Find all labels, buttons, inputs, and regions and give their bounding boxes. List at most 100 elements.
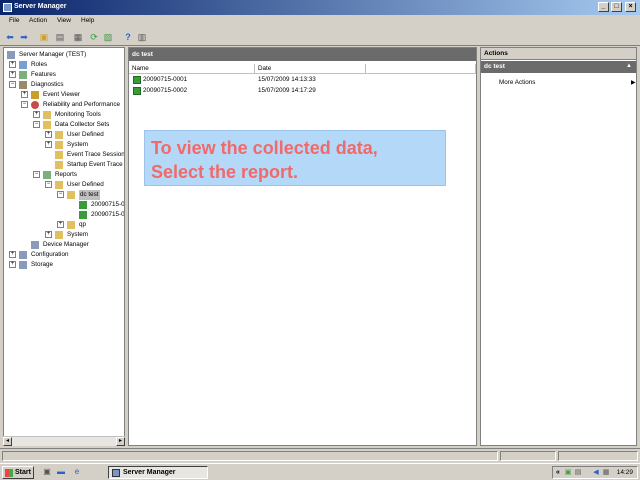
expand-icon[interactable]: + xyxy=(57,221,64,228)
tree-node-event-trace-sessions[interactable]: Event Trace Sessions xyxy=(41,150,124,160)
refresh-icon[interactable]: ⟳ xyxy=(88,31,100,43)
scroll-right-icon[interactable]: ▸ xyxy=(116,437,125,446)
properties-icon[interactable]: ▦ xyxy=(72,31,84,43)
table-row[interactable]: 20090715-0002 15/07/2009 14:17:29 xyxy=(131,86,371,96)
clock[interactable]: 14:29 xyxy=(617,469,633,476)
tree-node-storage[interactable]: + Storage xyxy=(5,260,124,270)
collapse-icon[interactable]: − xyxy=(9,81,16,88)
instruction-line-1: To view the collected data, xyxy=(151,138,378,158)
start-button[interactable]: Start xyxy=(2,466,34,479)
tree-node-reliability-performance[interactable]: − Reliability and Performance xyxy=(17,100,124,110)
up-folder-icon[interactable]: ▣ xyxy=(38,31,50,43)
server-manager-quicklaunch-icon[interactable]: ▣ xyxy=(42,467,52,477)
expand-icon[interactable]: + xyxy=(45,131,52,138)
tree-node-device-manager[interactable]: Device Manager xyxy=(17,240,124,250)
collapse-up-icon[interactable]: ▲ xyxy=(626,63,632,69)
tree-node-qp[interactable]: + qp xyxy=(53,220,124,230)
status-bar xyxy=(0,448,640,462)
collapse-icon[interactable]: − xyxy=(33,171,40,178)
server-manager-icon xyxy=(3,3,12,12)
actions-section-dc-test[interactable]: dc test ▲ xyxy=(481,61,636,73)
tree-node-data-collector-sets[interactable]: − Data Collector Sets xyxy=(29,120,124,130)
system-tray: « ▣ ▤ ◀ ▦ 14:29 xyxy=(552,466,638,479)
expand-icon[interactable]: + xyxy=(9,71,16,78)
collapse-icon[interactable]: − xyxy=(45,181,52,188)
network-icon[interactable]: ▣ xyxy=(564,469,572,477)
powershell-quicklaunch-icon[interactable]: ▬ xyxy=(56,467,66,477)
tree-node-dcs-system[interactable]: + System xyxy=(41,140,124,150)
storage-icon xyxy=(19,261,27,269)
tree-node-monitoring-tools[interactable]: + Monitoring Tools xyxy=(29,110,124,120)
menu-action[interactable]: Action xyxy=(29,17,47,24)
tree-node-report-0002[interactable]: 20090715-0 xyxy=(65,210,124,220)
taskbar-button-server-manager[interactable]: Server Manager xyxy=(108,466,208,479)
reports-icon xyxy=(43,171,51,179)
show-hidden-icons-icon[interactable]: « xyxy=(554,469,562,477)
performance-icon xyxy=(31,101,39,109)
tree-node-dc-test[interactable]: − dc test xyxy=(53,190,124,200)
help-icon[interactable]: ? xyxy=(122,31,134,43)
volume-icon[interactable]: ◀ xyxy=(592,469,600,477)
features-icon xyxy=(19,71,27,79)
more-actions-link[interactable]: More Actions xyxy=(499,79,535,86)
windows-logo-icon xyxy=(5,469,13,477)
tray-app-icon[interactable]: ▤ xyxy=(574,469,582,477)
expand-icon[interactable]: + xyxy=(21,91,28,98)
diagnostics-icon xyxy=(19,81,27,89)
column-header-date[interactable]: Date xyxy=(255,64,366,74)
console-tree: Server Manager (TEST) + Roles + Features… xyxy=(3,47,125,446)
expand-icon[interactable]: + xyxy=(9,251,16,258)
results-pane-title: dc test xyxy=(132,51,153,58)
minimize-button[interactable]: _ xyxy=(598,2,609,12)
actions-title: Actions xyxy=(484,50,508,57)
speaker-icon[interactable]: ▦ xyxy=(602,469,610,477)
tree-node-startup-event-trace[interactable]: Startup Event Trace xyxy=(41,160,124,170)
show-hide-action-pane-icon[interactable]: ▥ xyxy=(136,31,148,43)
tree-node-server-manager[interactable]: Server Manager (TEST) xyxy=(5,50,124,60)
collapse-icon[interactable]: − xyxy=(33,121,40,128)
show-hide-tree-icon[interactable]: ▤ xyxy=(54,31,66,43)
export-list-icon[interactable]: ▧ xyxy=(102,31,114,43)
actions-section-title: dc test xyxy=(484,63,505,70)
status-panel-2 xyxy=(500,451,556,461)
expand-icon[interactable]: + xyxy=(45,141,52,148)
menu-view[interactable]: View xyxy=(57,17,71,24)
results-pane: dc test Name Date 20090715-0001 15/07/20… xyxy=(128,47,477,446)
menu-help[interactable]: Help xyxy=(81,17,94,24)
instruction-callout: To view the collected data, Select the r… xyxy=(144,130,446,186)
collapse-icon[interactable]: − xyxy=(21,101,28,108)
server-icon xyxy=(7,51,15,59)
tree-node-reports[interactable]: − Reports xyxy=(29,170,124,180)
menu-file[interactable]: File xyxy=(9,17,19,24)
folder-icon xyxy=(55,131,63,139)
maximize-button[interactable]: □ xyxy=(611,2,622,12)
expand-icon[interactable]: + xyxy=(9,61,16,68)
tree-node-reports-system[interactable]: + System xyxy=(41,230,124,240)
table-row[interactable]: 20090715-0001 15/07/2009 14:13:33 xyxy=(131,75,371,85)
column-header-name[interactable]: Name xyxy=(129,64,255,74)
tree-node-diagnostics[interactable]: − Diagnostics xyxy=(5,80,124,90)
close-button[interactable]: × xyxy=(625,2,636,12)
tree-node-reports-user-defined[interactable]: − User Defined xyxy=(41,180,124,190)
menu-bar: File Action View Help xyxy=(0,15,640,28)
device-manager-icon xyxy=(31,241,39,249)
back-arrow-icon[interactable]: ⬅ xyxy=(4,31,16,43)
folder-icon xyxy=(67,221,75,229)
tree-node-features[interactable]: + Features xyxy=(5,70,124,80)
window-title: Server Manager xyxy=(14,3,67,10)
internet-explorer-icon[interactable]: e xyxy=(72,467,82,477)
tree-node-report-0001[interactable]: 20090715-0 xyxy=(65,200,124,210)
tree-node-configuration[interactable]: + Configuration xyxy=(5,250,124,260)
tree-horizontal-scrollbar[interactable]: ◂ ▸ xyxy=(3,436,125,446)
tree-node-dcs-user-defined[interactable]: + User Defined xyxy=(41,130,124,140)
report-icon xyxy=(79,211,87,219)
scroll-left-icon[interactable]: ◂ xyxy=(3,437,12,446)
forward-arrow-icon[interactable]: ➡ xyxy=(18,31,30,43)
column-header-empty[interactable] xyxy=(366,64,476,74)
expand-icon[interactable]: + xyxy=(33,111,40,118)
collapse-icon[interactable]: − xyxy=(57,191,64,198)
tree-node-roles[interactable]: + Roles xyxy=(5,60,124,70)
tree-node-event-viewer[interactable]: + Event Viewer xyxy=(17,90,124,100)
expand-icon[interactable]: + xyxy=(9,261,16,268)
expand-icon[interactable]: + xyxy=(45,231,52,238)
